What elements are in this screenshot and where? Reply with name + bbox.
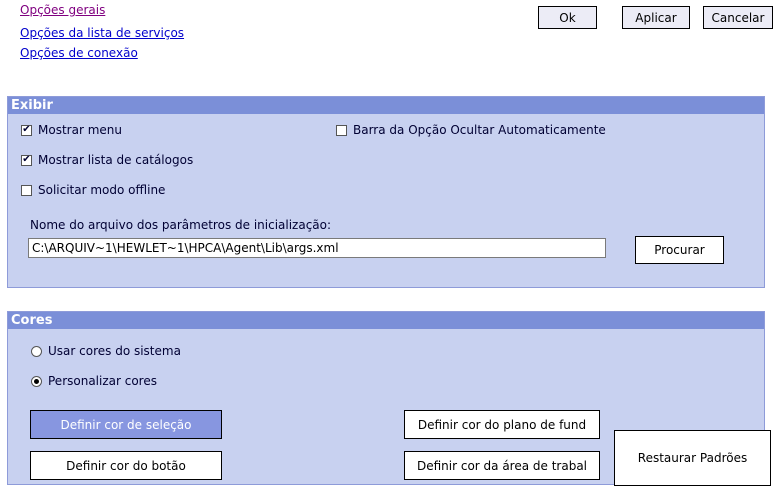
custom-colors-label: Personalizar cores [48,374,157,388]
nav-link-service-list-options[interactable]: Opções da lista de serviços [20,26,184,40]
show-catalog-label: Mostrar lista de catálogos [38,153,194,167]
restore-defaults-button[interactable]: Restaurar Padrões [614,430,771,486]
nav-link-connection-options[interactable]: Opções de conexão [20,46,138,60]
workarea-color-button[interactable]: Definir cor da área de trabal [404,451,600,480]
browse-button[interactable]: Procurar [635,236,724,264]
show-menu-checkbox[interactable]: ✔ [21,124,32,136]
background-color-button[interactable]: Definir cor do plano de fund [404,410,600,439]
cancel-button[interactable]: Cancelar [703,6,773,29]
show-catalog-option[interactable]: ✔ Mostrar lista de catálogos [21,153,193,167]
ok-button[interactable]: Ok [538,6,597,29]
autohide-option[interactable]: Barra da Opção Ocultar Automaticamente [336,123,606,137]
system-colors-radio[interactable] [31,345,42,357]
display-panel-title: Exibir [8,97,764,114]
autohide-label: Barra da Opção Ocultar Automaticamente [353,123,606,137]
offline-option[interactable]: Solicitar modo offline [21,183,165,197]
button-color-button[interactable]: Definir cor do botão [30,451,222,480]
nav-link-general-options[interactable]: Opções gerais [20,3,105,17]
startup-file-label: Nome do arquivo dos parâmetros de inicia… [30,218,332,232]
display-panel: Exibir ✔ Mostrar menu Barra da Opção Ocu… [7,96,765,288]
show-catalog-checkbox[interactable]: ✔ [21,154,32,166]
autohide-checkbox[interactable] [336,124,347,136]
colors-panel: Cores Usar cores do sistema Personalizar… [7,311,771,486]
custom-colors-radio[interactable] [31,375,42,387]
system-colors-option[interactable]: Usar cores do sistema [31,344,181,358]
system-colors-label: Usar cores do sistema [48,344,181,358]
offline-label: Solicitar modo offline [38,183,166,197]
colors-panel-title: Cores [8,312,764,329]
show-menu-label: Mostrar menu [38,123,122,137]
offline-checkbox[interactable] [21,184,32,196]
custom-colors-option[interactable]: Personalizar cores [31,374,157,388]
startup-file-input[interactable]: C:\ARQUIV~1\HEWLET~1\HPCA\Agent\Lib\args… [28,238,606,258]
show-menu-option[interactable]: ✔ Mostrar menu [21,123,122,137]
apply-button[interactable]: Aplicar [622,6,690,29]
selection-color-button[interactable]: Definir cor de seleção [30,410,222,439]
